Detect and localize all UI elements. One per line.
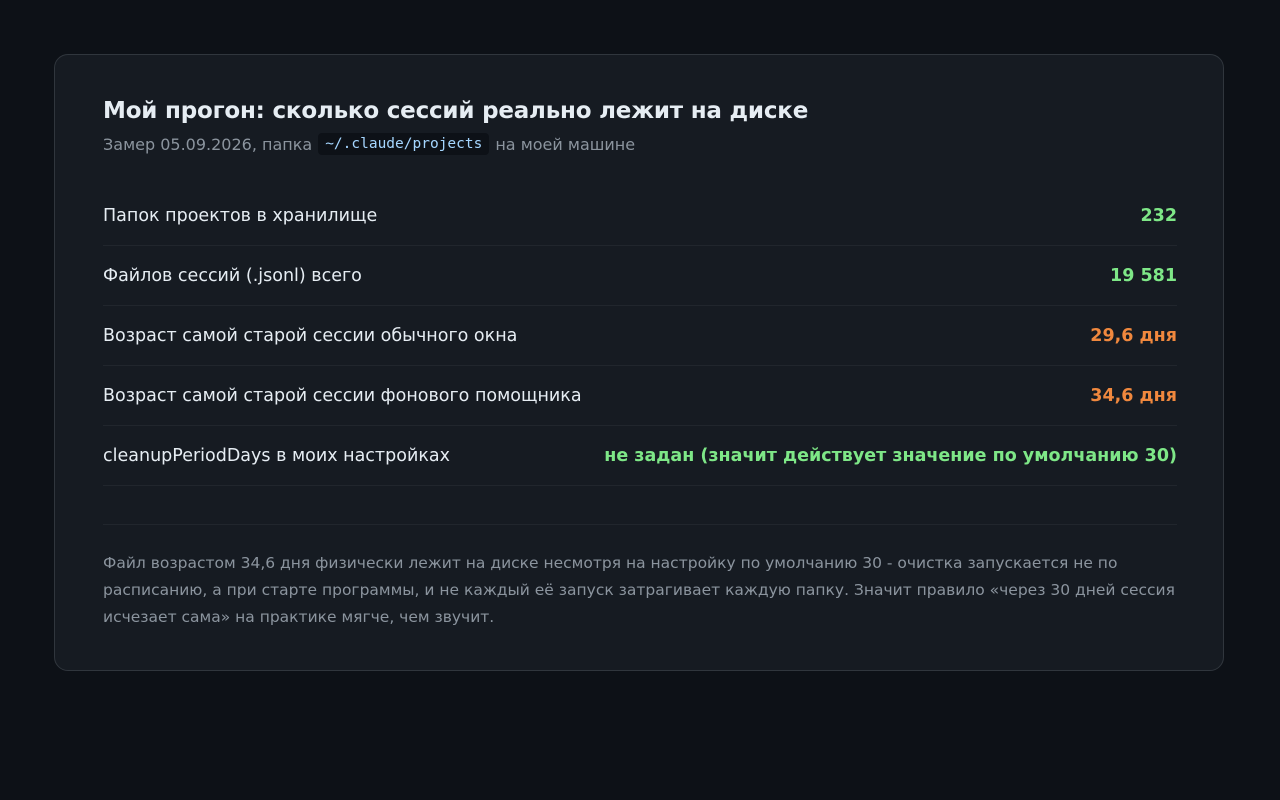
- section-divider: [103, 524, 1177, 525]
- card-title: Мой прогон: сколько сессий реально лежит…: [103, 98, 809, 124]
- explanation-note: Файл возрастом 34,6 дня физически лежит …: [103, 554, 1175, 626]
- folder-path-code: ~/.claude/projects: [318, 133, 490, 155]
- stat-row-session-files: Файлов сессий (.jsonl) всего 19 581: [103, 246, 1177, 306]
- subtitle-prefix: Замер 05.09.2026, папка: [103, 134, 313, 154]
- stat-label: cleanupPeriodDays в моих настройках: [103, 445, 450, 466]
- stat-value: 232: [1140, 205, 1177, 226]
- stat-label: Файлов сессий (.jsonl) всего: [103, 265, 362, 286]
- stat-label: Возраст самой старой сессии обычного окн…: [103, 325, 518, 346]
- card-subtitle: Замер 05.09.2026, папка ~/.claude/projec…: [103, 133, 635, 155]
- stat-label: Возраст самой старой сессии фонового пом…: [103, 385, 582, 406]
- stat-value: 34,6 дня: [1090, 385, 1177, 406]
- stat-row-oldest-background-session: Возраст самой старой сессии фонового пом…: [103, 366, 1177, 426]
- stat-value: 19 581: [1110, 265, 1177, 286]
- stat-row-project-folders: Папок проектов в хранилище 232: [103, 186, 1177, 246]
- stat-row-cleanup-period: cleanupPeriodDays в моих настройках не з…: [103, 426, 1177, 486]
- stat-value: 29,6 дня: [1090, 325, 1177, 346]
- stats-list: Папок проектов в хранилище 232 Файлов се…: [103, 186, 1177, 486]
- subtitle-suffix: на моей машине: [495, 134, 636, 154]
- stat-row-oldest-regular-session: Возраст самой старой сессии обычного окн…: [103, 306, 1177, 366]
- measurement-card: Мой прогон: сколько сессий реально лежит…: [54, 54, 1224, 671]
- stat-value: не задан (значит действует значение по у…: [604, 445, 1177, 466]
- stat-label: Папок проектов в хранилище: [103, 205, 378, 226]
